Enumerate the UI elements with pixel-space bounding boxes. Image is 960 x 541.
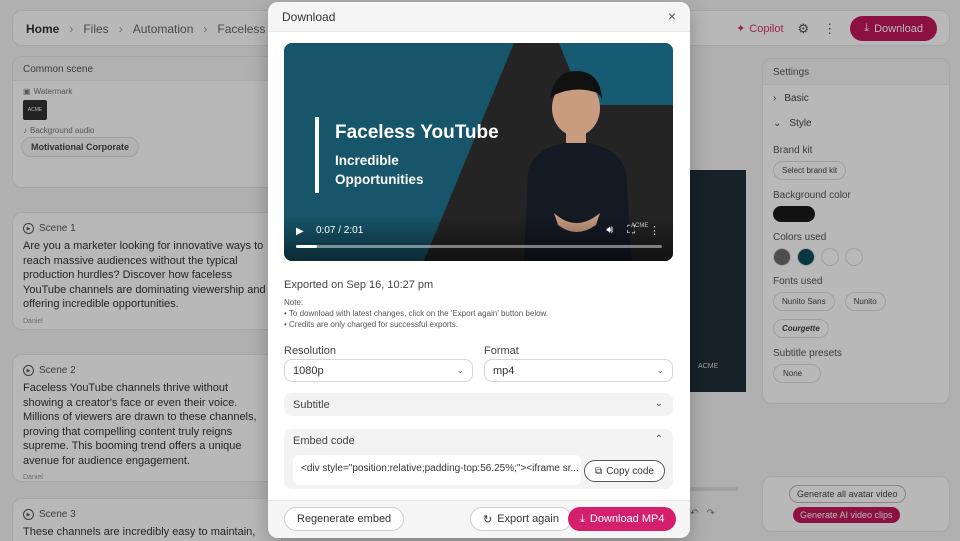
embed-code-label[interactable]: Embed code — [293, 435, 355, 447]
video-progress-fill — [296, 245, 318, 248]
play-icon[interactable]: ▶ — [296, 226, 304, 237]
dialog-title: Download — [282, 10, 336, 24]
subtitle-accordion[interactable]: Subtitle ⌄ — [284, 393, 673, 416]
title-accent-bar — [315, 117, 319, 193]
export-again-button[interactable]: ↻ Export again — [470, 507, 572, 531]
note-label: Note: — [284, 298, 304, 307]
regenerate-embed-button[interactable]: Regenerate embed — [284, 507, 405, 531]
resolution-label: Resolution — [284, 345, 336, 357]
download-mp4-label: Download MP4 — [589, 513, 665, 525]
download-icon: ⤓ — [580, 512, 585, 525]
format-select[interactable]: mp4 ⌄ — [484, 359, 673, 382]
format-value: mp4 — [493, 365, 515, 377]
resolution-select[interactable]: 1080p ⌄ — [284, 359, 473, 382]
refresh-icon: ↻ — [483, 513, 493, 526]
note-item: To download with latest changes, click o… — [284, 308, 548, 319]
note-block: Note: To download with latest changes, c… — [284, 297, 548, 330]
embed-code-field[interactable]: <div style="position:relative;padding-to… — [293, 455, 581, 485]
video-progress[interactable] — [296, 245, 662, 248]
video-subtitle: Incredible Opportunities — [335, 153, 424, 187]
copy-code-button[interactable]: ⧉ Copy code — [584, 460, 665, 482]
video-player[interactable]: Faceless YouTube Incredible Opportunitie… — [284, 43, 673, 261]
volume-icon[interactable]: 🔊︎ — [606, 224, 613, 237]
download-dialog: Download × Faceless YouTube Incredible O… — [268, 2, 690, 538]
format-label: Format — [484, 345, 519, 357]
chevron-down-icon: ⌄ — [656, 365, 664, 375]
subtitle-label: Subtitle — [293, 399, 330, 411]
exported-timestamp: Exported on Sep 16, 10:27 pm — [284, 279, 434, 291]
more-vertical-icon[interactable]: ⋮ — [649, 224, 660, 237]
embed-code-accordion: Embed code ⌃ <div style="position:relati… — [284, 429, 673, 489]
chevron-down-icon: ⌄ — [654, 398, 663, 409]
close-icon[interactable]: × — [668, 8, 676, 24]
video-time: 0:07 / 2:01 — [316, 225, 364, 236]
download-mp4-button[interactable]: ⤓ Download MP4 — [568, 507, 677, 531]
video-controls — [284, 215, 673, 261]
copy-code-label: Copy code — [606, 465, 654, 477]
export-again-label: Export again — [497, 513, 559, 525]
chevron-down-icon: ⌄ — [456, 365, 464, 375]
chevron-up-icon[interactable]: ⌃ — [655, 434, 663, 445]
resolution-value: 1080p — [293, 365, 324, 377]
fullscreen-icon[interactable]: ⛶ — [627, 224, 635, 237]
regenerate-label: Regenerate embed — [297, 513, 392, 525]
video-title: Faceless YouTube — [335, 122, 499, 143]
note-item: Credits are only charged for successful … — [284, 319, 548, 330]
copy-icon: ⧉ — [595, 465, 603, 477]
